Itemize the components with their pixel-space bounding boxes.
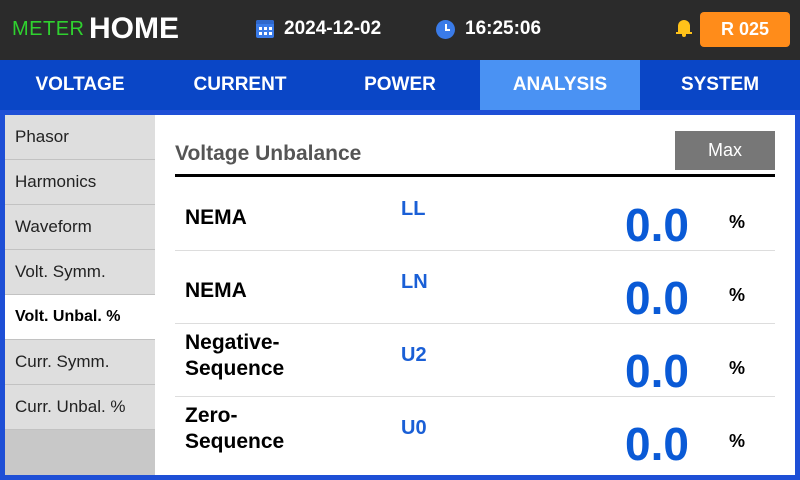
row-code: LN (401, 271, 428, 293)
clock-icon (436, 19, 455, 39)
row-name: NEMA (185, 279, 247, 302)
row-value: 0.0 (625, 199, 689, 251)
list-item: NEMA LL 0.0 % (175, 178, 775, 251)
sidebar-item-volt-unbal[interactable]: Volt. Unbal. % (5, 295, 155, 340)
max-button[interactable]: Max (675, 131, 775, 170)
time-text: 16:25:06 (465, 18, 542, 39)
panel-title: Voltage Unbalance (175, 142, 362, 165)
tab-current[interactable]: CURRENT (160, 60, 320, 110)
date-text: 2024-12-02 (284, 18, 382, 39)
sidebar-item-curr-symm[interactable]: Curr. Symm. (5, 340, 155, 385)
tab-analysis[interactable]: ANALYSIS (480, 60, 640, 110)
list-item: Zero- Sequence U0 0.0 % (175, 397, 775, 470)
content-panel: Phasor Harmonics Waveform Volt. Symm. Vo… (5, 115, 795, 475)
row-unit: % (729, 431, 746, 451)
tab-system[interactable]: SYSTEM (640, 60, 800, 110)
calendar-icon (256, 20, 274, 38)
row-name: Zero- Sequence (185, 404, 285, 453)
tab-voltage[interactable]: VOLTAGE (0, 60, 160, 110)
top-bar: METER HOME 2024-12-02 16:25:06 R 025 (0, 0, 800, 60)
page-title[interactable]: HOME (89, 12, 179, 46)
row-name: Negative- Sequence (185, 331, 285, 380)
row-code: U0 (401, 417, 427, 439)
sidebar-item-phasor[interactable]: Phasor (5, 115, 155, 160)
sidebar-item-curr-unbal[interactable]: Curr. Unbal. % (5, 385, 155, 430)
sidebar-item-waveform[interactable]: Waveform (5, 205, 155, 250)
sidebar-item-volt-symm[interactable]: Volt. Symm. (5, 250, 155, 295)
row-name: NEMA (185, 206, 247, 229)
meter-label: METER (12, 18, 85, 40)
row-code: U2 (401, 344, 427, 366)
main-tabs: VOLTAGE CURRENT POWER ANALYSIS SYSTEM (0, 60, 800, 110)
date-display: 2024-12-02 (256, 18, 381, 40)
list-item: NEMA LN 0.0 % (175, 251, 775, 324)
row-value: 0.0 (625, 345, 689, 397)
row-unit: % (729, 212, 746, 232)
time-display: 16:25:06 (436, 18, 541, 40)
row-value: 0.0 (625, 272, 689, 324)
sidebar-item-harmonics[interactable]: Harmonics (5, 160, 155, 205)
tab-power[interactable]: POWER (320, 60, 480, 110)
row-code: LL (401, 198, 426, 220)
divider (175, 174, 775, 177)
alarm-badge[interactable]: R 025 (700, 12, 790, 47)
list-item: Negative- Sequence U2 0.0 % (175, 324, 775, 397)
sidebar: Phasor Harmonics Waveform Volt. Symm. Vo… (5, 115, 155, 475)
row-unit: % (729, 285, 746, 305)
row-value: 0.0 (625, 418, 689, 470)
bell-icon[interactable] (676, 20, 692, 37)
voltage-unbalance-panel: Voltage Unbalance Max NEMA LL 0.0 % NEMA… (155, 115, 795, 475)
row-unit: % (729, 358, 746, 378)
